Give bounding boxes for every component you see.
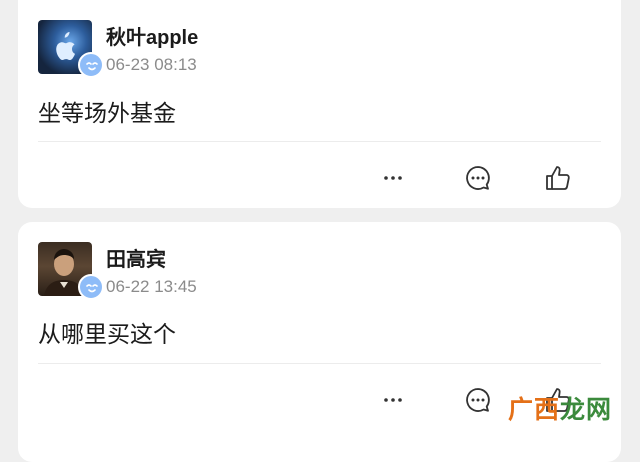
- divider: [38, 141, 601, 142]
- more-icon: [384, 176, 402, 180]
- comment-icon: [466, 166, 490, 190]
- watermark-part1: 广西: [508, 395, 561, 424]
- comment-text: 坐等场外基金: [38, 101, 176, 127]
- watermark: 广西龙网: [508, 390, 612, 426]
- comment-card: 田高宾 06-22 13:45 从哪里买这个: [18, 222, 621, 462]
- timestamp: 06-22 13:45: [106, 277, 197, 296]
- more-options-button[interactable]: [373, 380, 413, 420]
- username[interactable]: 田高宾: [106, 243, 166, 272]
- comment-card: 秋叶apple 06-23 08:13 坐等场外基金: [18, 0, 621, 208]
- reply-button[interactable]: [458, 158, 498, 198]
- username[interactable]: 秋叶apple: [106, 21, 198, 50]
- action-bar: [18, 158, 621, 198]
- vip-badge-icon: [78, 52, 104, 78]
- avatar[interactable]: [38, 242, 104, 300]
- comment-text: 从哪里买这个: [38, 322, 176, 348]
- reply-button[interactable]: [458, 380, 498, 420]
- more-options-button[interactable]: [373, 158, 413, 198]
- divider: [38, 363, 601, 364]
- avatar[interactable]: [38, 20, 104, 78]
- watermark-part2: 龙网: [560, 395, 613, 424]
- like-icon: [546, 166, 570, 190]
- more-icon: [384, 398, 402, 402]
- comment-icon: [466, 388, 490, 412]
- like-button[interactable]: [538, 158, 578, 198]
- vip-badge-icon: [78, 274, 104, 300]
- timestamp: 06-23 08:13: [106, 55, 197, 74]
